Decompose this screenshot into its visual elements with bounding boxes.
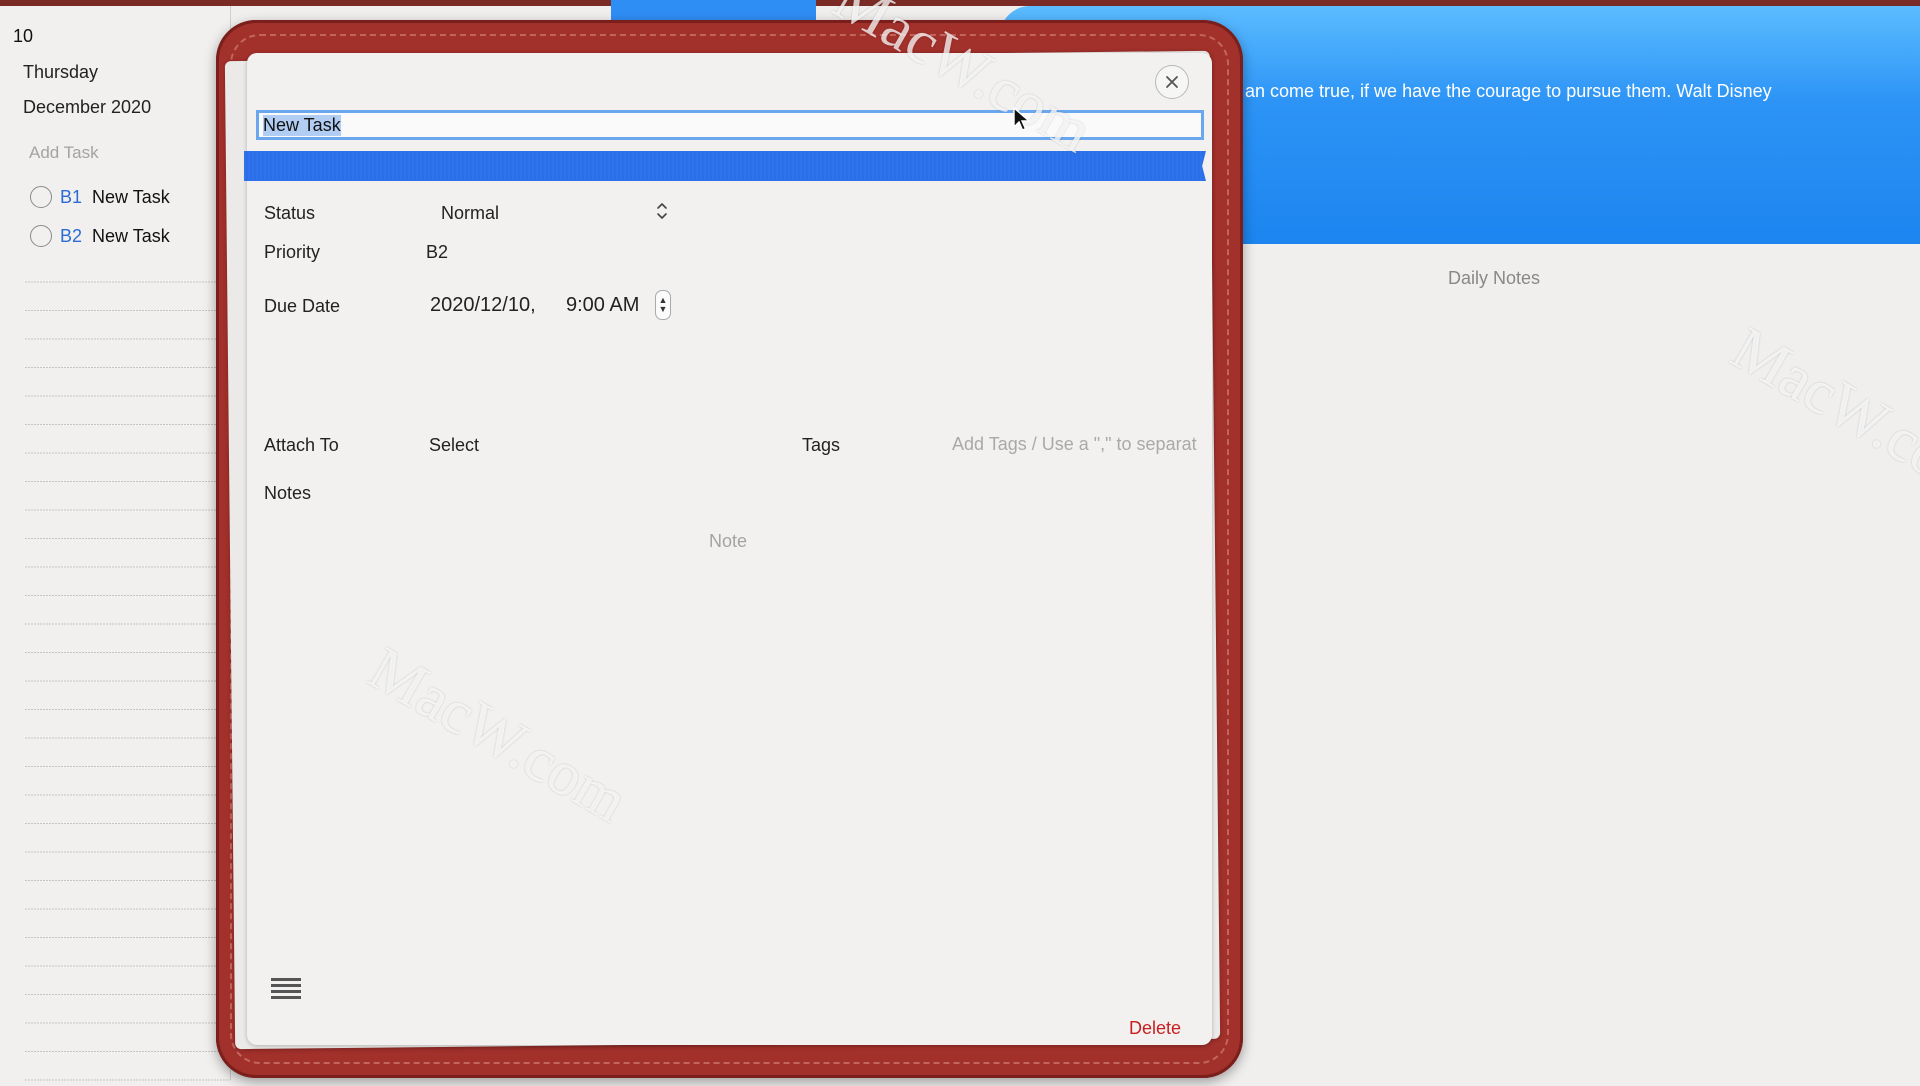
due-date-value[interactable]: 2020/12/10, <box>430 294 536 317</box>
attach-to-select[interactable]: Select <box>429 435 479 456</box>
status-select[interactable]: Normal <box>441 203 499 224</box>
planner-day-page <box>0 6 231 1086</box>
status-select-arrows[interactable] <box>655 200 669 223</box>
notes-label: Notes <box>264 483 312 503</box>
tags-label: Tags <box>802 435 841 455</box>
stepper-down-icon[interactable]: ▼ <box>659 305 668 314</box>
tags-input[interactable]: Add Tags / Use a "," to separat <box>952 434 1200 455</box>
mouse-cursor-icon <box>1013 107 1031 131</box>
chevron-updown-icon <box>657 203 667 219</box>
month-year-label: December 2020 <box>23 97 152 117</box>
priority-value[interactable]: B2 <box>426 242 448 263</box>
note-textarea[interactable]: Note <box>709 531 747 552</box>
day-number: 10 <box>13 26 34 46</box>
status-label: Status <box>264 203 316 223</box>
daily-notes-label: Daily Notes <box>1448 268 1541 288</box>
blue-tab-indicator <box>611 0 816 20</box>
due-time-value[interactable]: 9:00 AM <box>566 294 639 317</box>
task-title-selection: New Task <box>263 114 341 136</box>
task-checkbox[interactable] <box>30 225 52 247</box>
add-task-input[interactable]: Add Task <box>29 143 99 163</box>
task-item[interactable]: B2 New Task <box>30 221 170 251</box>
task-priority: B2 <box>60 225 83 246</box>
attach-to-label: Attach To <box>264 435 339 455</box>
quote-text: an come true, if we have the courage to … <box>1245 81 1772 101</box>
task-title: New Task <box>92 186 170 207</box>
menu-icon[interactable] <box>270 976 302 1000</box>
task-item[interactable]: B1 New Task <box>30 182 170 212</box>
weekday-label: Thursday <box>23 62 99 82</box>
task-priority: B1 <box>60 186 83 207</box>
delete-button[interactable]: Delete <box>1129 1018 1181 1039</box>
ruled-lines <box>24 254 230 1086</box>
task-title-input[interactable]: New Task <box>256 110 1204 140</box>
due-date-label: Due Date <box>264 296 341 316</box>
due-time-stepper[interactable]: ▲ ▼ <box>655 290 671 320</box>
task-checkbox[interactable] <box>30 186 52 208</box>
task-title: New Task <box>92 225 170 246</box>
close-button[interactable] <box>1155 65 1189 99</box>
close-icon <box>1166 76 1178 88</box>
task-color-bar[interactable] <box>244 151 1206 181</box>
priority-label: Priority <box>264 242 321 262</box>
watermark-text: MacW.com <box>1720 314 1920 516</box>
